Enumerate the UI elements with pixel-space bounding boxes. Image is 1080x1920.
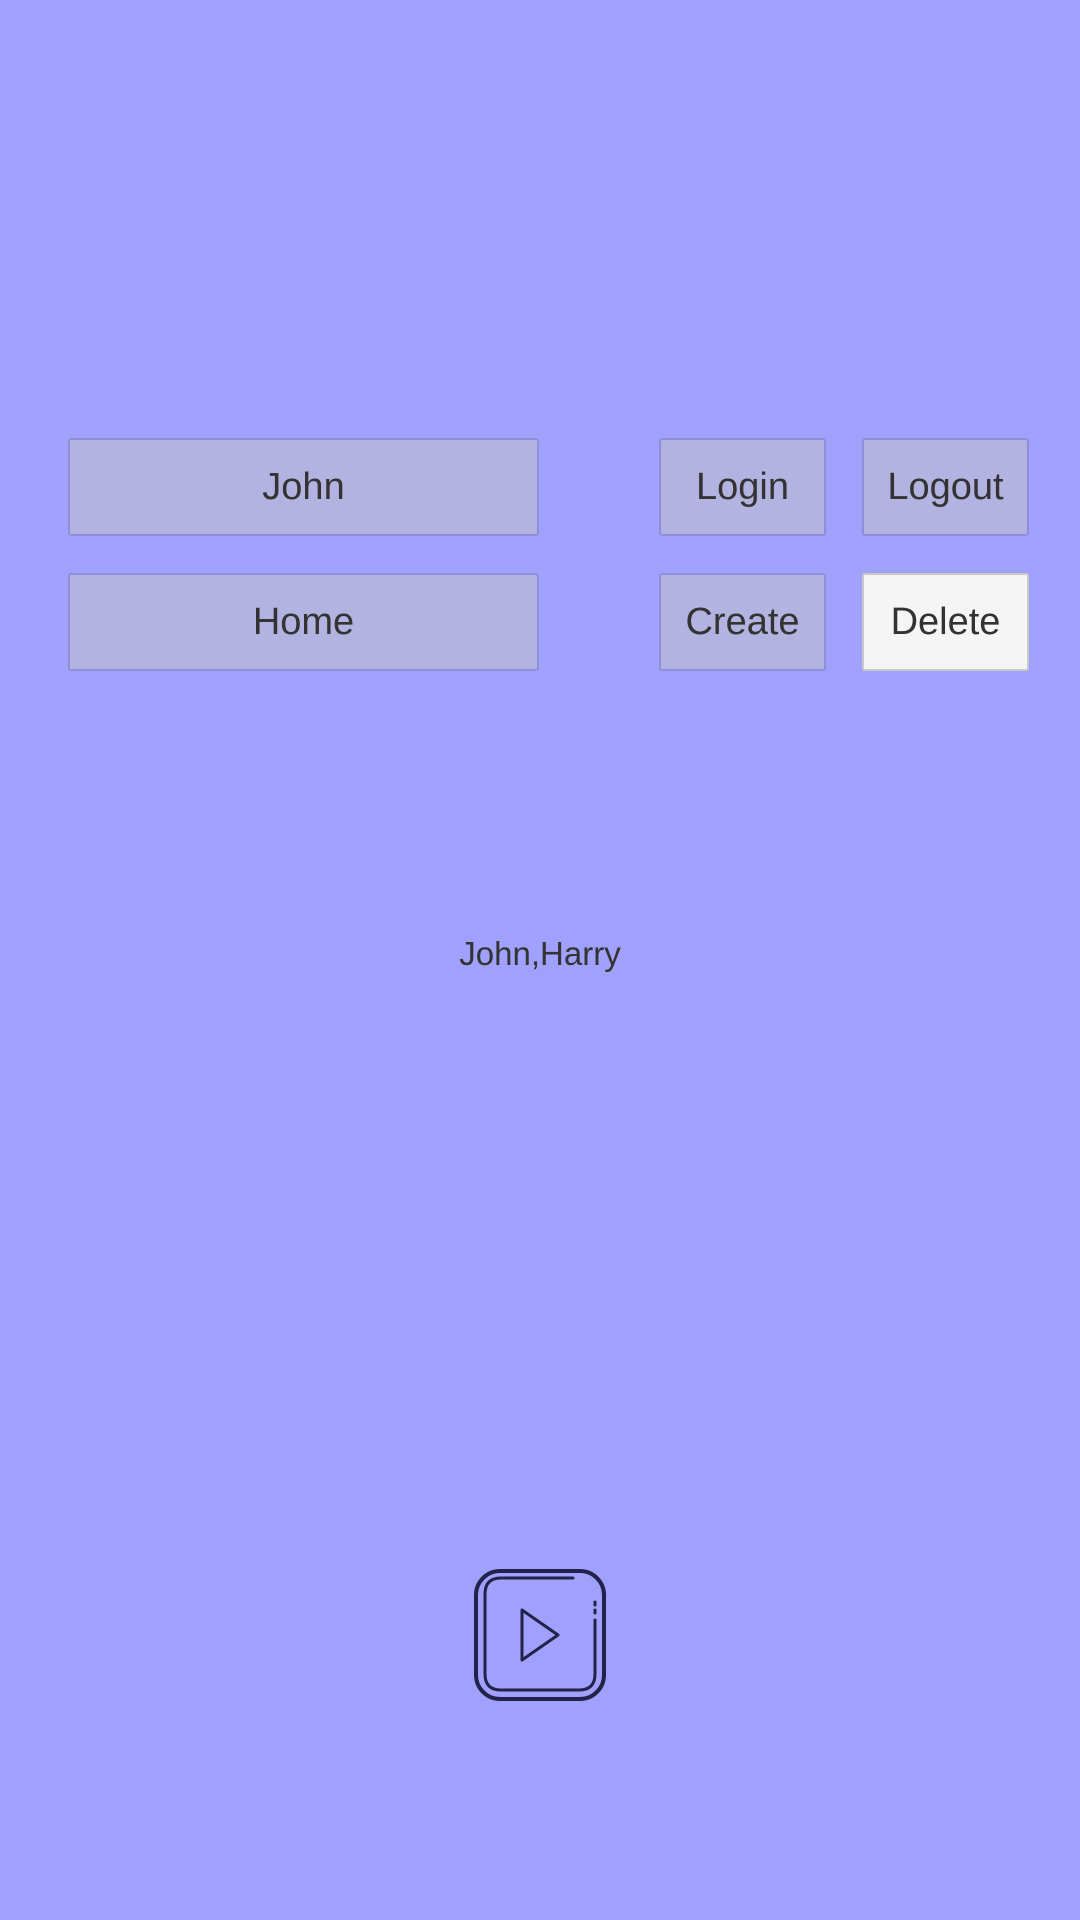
create-button[interactable]: Create	[659, 573, 826, 671]
names-text: John,Harry	[459, 935, 621, 972]
delete-button-label: Delete	[890, 600, 1001, 643]
delete-button[interactable]: Delete	[862, 573, 1029, 671]
create-button-label: Create	[685, 600, 800, 643]
play-icon[interactable]	[473, 1568, 607, 1702]
john-button-label: John	[262, 465, 345, 508]
home-button[interactable]: Home	[68, 573, 539, 671]
logout-button[interactable]: Logout	[862, 438, 1029, 536]
login-button[interactable]: Login	[659, 438, 826, 536]
logout-button-label: Logout	[887, 465, 1004, 508]
john-button[interactable]: John	[68, 438, 539, 536]
play-icon-graphic	[474, 1569, 606, 1701]
home-button-label: Home	[252, 600, 355, 643]
login-button-label: Login	[696, 465, 789, 508]
